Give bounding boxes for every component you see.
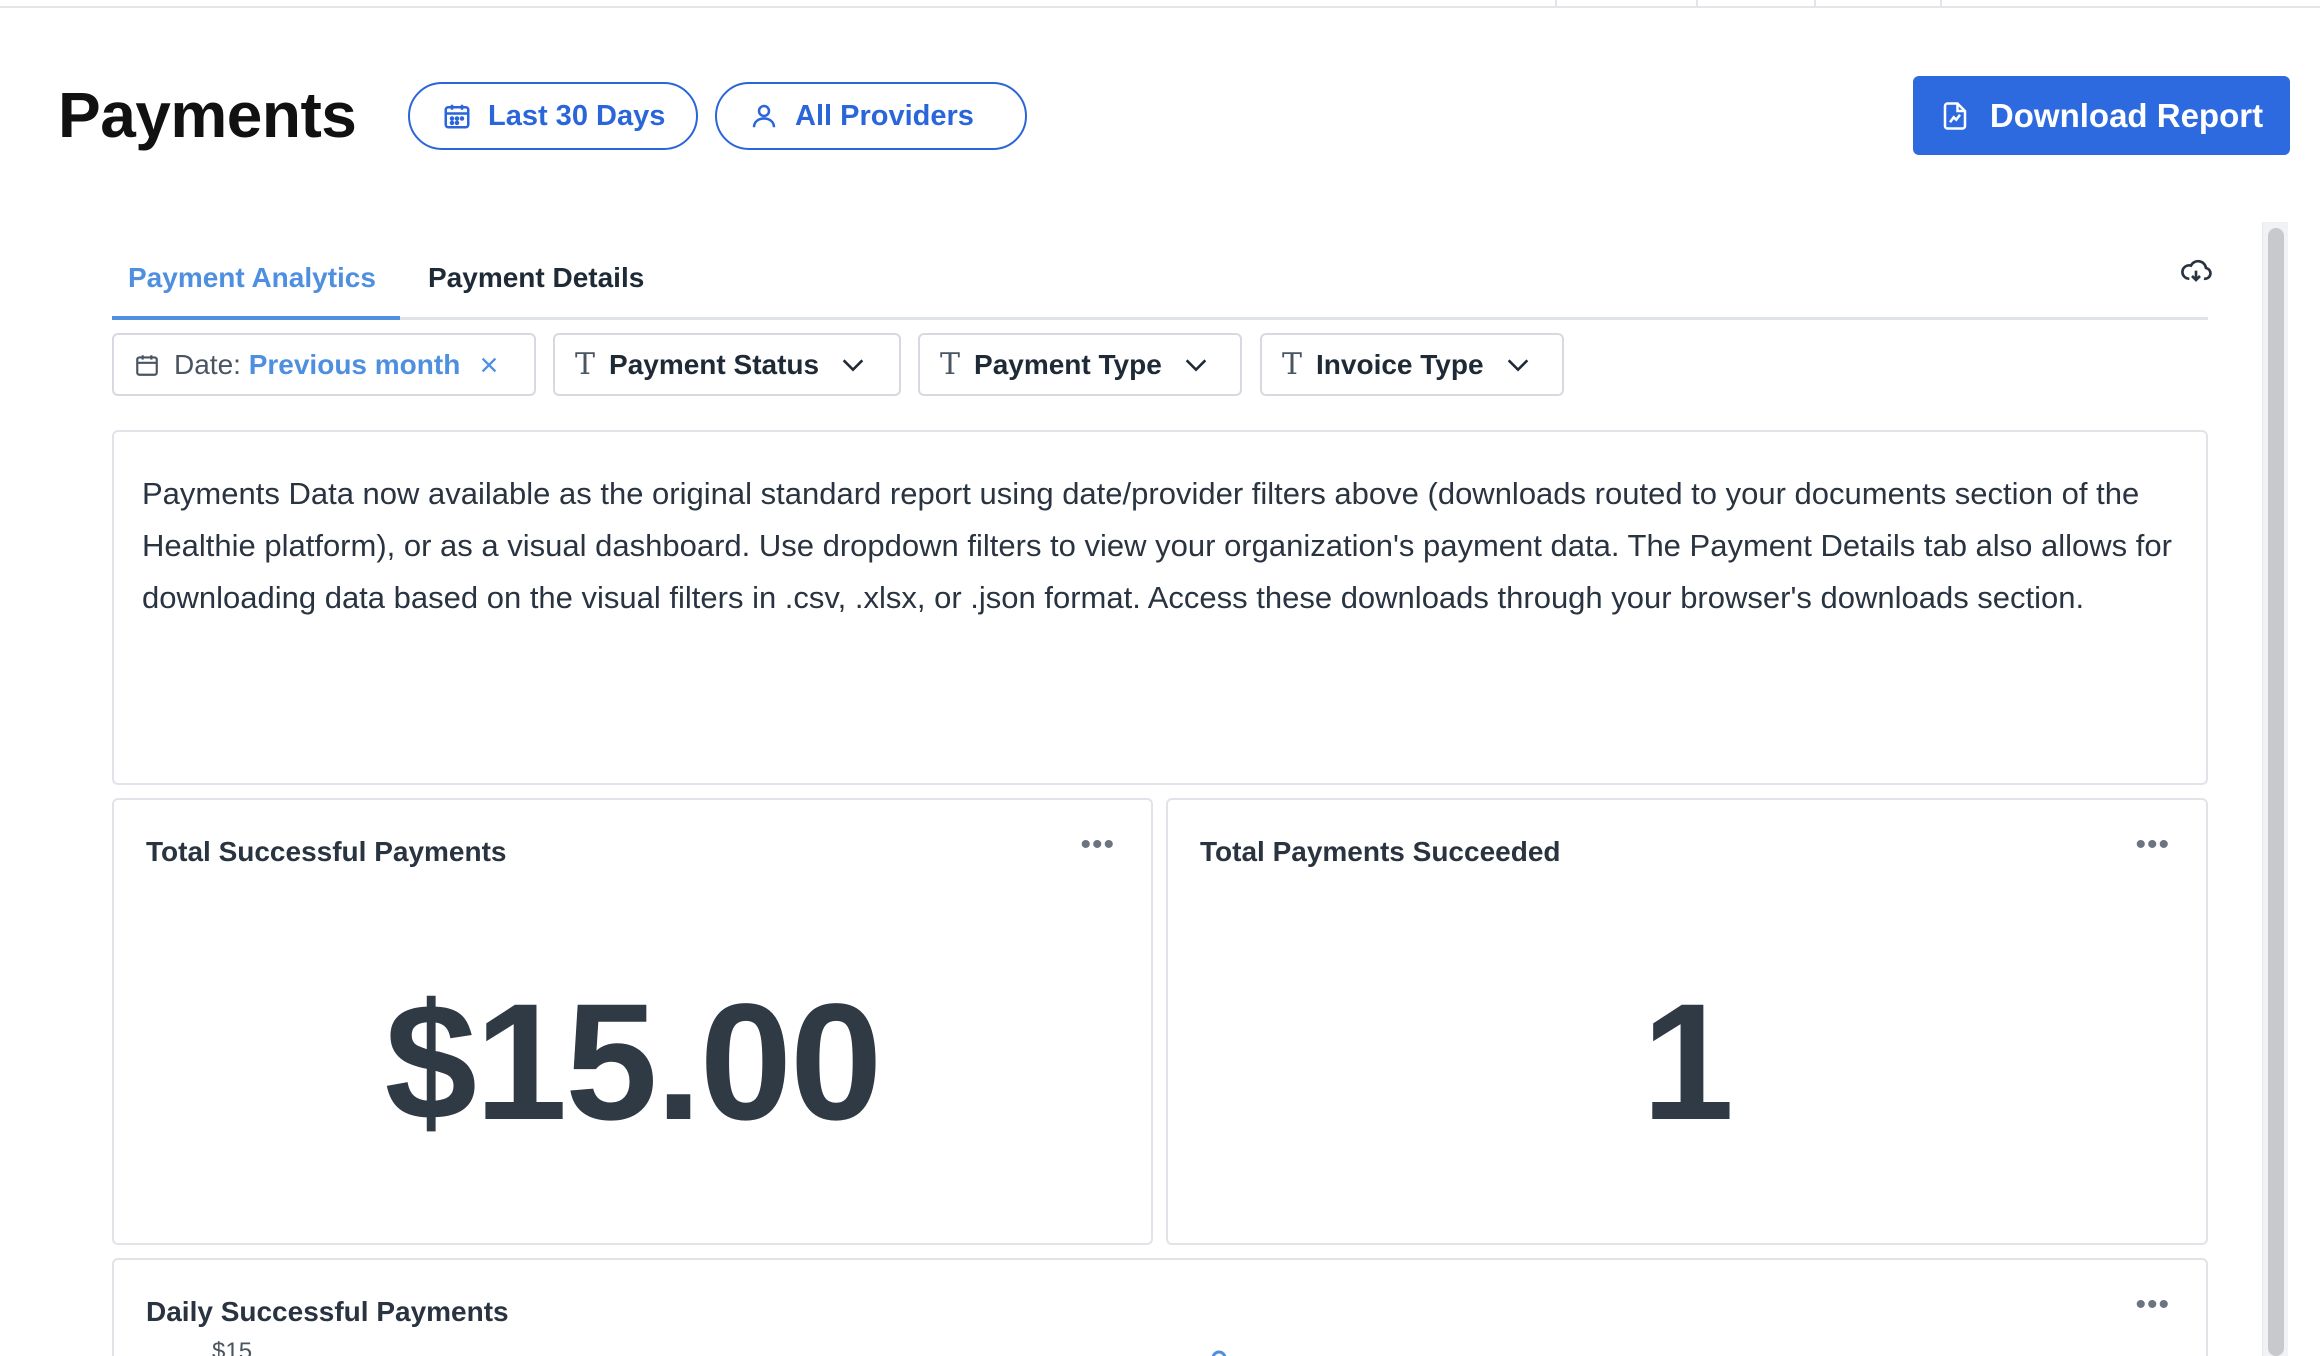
invoice-type-filter[interactable]: T Invoice Type (1260, 333, 1564, 396)
date-filter-chip[interactable]: Date: Previous month (112, 333, 536, 396)
data-point[interactable] (1211, 1350, 1227, 1356)
text-type-icon: T (575, 347, 596, 382)
info-text-card: Payments Data now available as the origi… (112, 430, 2208, 785)
download-report-button[interactable]: Download Report (1913, 76, 2290, 155)
close-icon[interactable] (478, 354, 500, 376)
payment-type-filter[interactable]: T Payment Type (918, 333, 1242, 396)
chart-area: $15 (114, 1330, 2210, 1356)
calendar-icon (136, 354, 158, 376)
payments-page: Payments Last 30 Days All Providers Down… (0, 0, 2320, 1356)
daily-successful-payments-card: Daily Successful Payments ••• $15 (112, 1258, 2208, 1356)
providers-label: All Providers (795, 99, 974, 132)
dashboard-tabs: Payment Analytics Payment Details (112, 254, 2208, 320)
date-filter-label: Date: (174, 348, 241, 380)
date-range-pill[interactable]: Last 30 Days (408, 82, 698, 150)
document-chart-icon (1943, 101, 1967, 130)
payment-status-label: Payment Status (609, 348, 820, 380)
chevron-down-icon (842, 358, 864, 371)
user-icon (752, 104, 776, 128)
payment-type-label: Payment Type (974, 348, 1162, 380)
chevron-down-icon (1507, 358, 1528, 371)
providers-pill[interactable]: All Providers (715, 82, 1027, 150)
text-type-icon: T (1282, 347, 1303, 382)
date-filter-value: Previous month (248, 348, 461, 380)
tab-payment-details[interactable]: Payment Details (412, 254, 660, 320)
metric-value: $15.00 (384, 970, 883, 1155)
more-icon[interactable]: ••• (1080, 828, 1115, 862)
page-title: Payments (58, 79, 357, 151)
invoice-type-label: Invoice Type (1316, 348, 1484, 380)
chart-title: Daily Successful Payments (146, 1296, 509, 1327)
top-border (0, 0, 2320, 8)
more-icon[interactable]: ••• (2135, 1288, 2170, 1322)
info-text: Payments Data now available as the origi… (142, 476, 2172, 615)
cloud-download-icon[interactable] (2180, 256, 2212, 288)
metric-value: 1 (1641, 970, 1734, 1155)
total-successful-payments-card: Total Successful Payments ••• $15.00 (112, 798, 1153, 1245)
card-title: Total Successful Payments (146, 836, 507, 867)
download-report-label: Download Report (1989, 96, 2264, 134)
total-payments-succeeded-card: Total Payments Succeeded ••• 1 (1166, 798, 2208, 1245)
payment-status-filter[interactable]: T Payment Status (553, 333, 901, 396)
calendar-icon (444, 104, 470, 129)
chevron-down-icon (1185, 358, 1207, 371)
tab-payment-analytics[interactable]: Payment Analytics (112, 254, 400, 320)
more-icon[interactable]: ••• (2135, 828, 2170, 862)
line-chart (1211, 1350, 1227, 1356)
scrollbar-thumb[interactable] (2268, 228, 2284, 1356)
card-title: Total Payments Succeeded (1200, 836, 1561, 867)
date-range-label: Last 30 Days (488, 99, 666, 132)
text-type-icon: T (940, 347, 961, 382)
